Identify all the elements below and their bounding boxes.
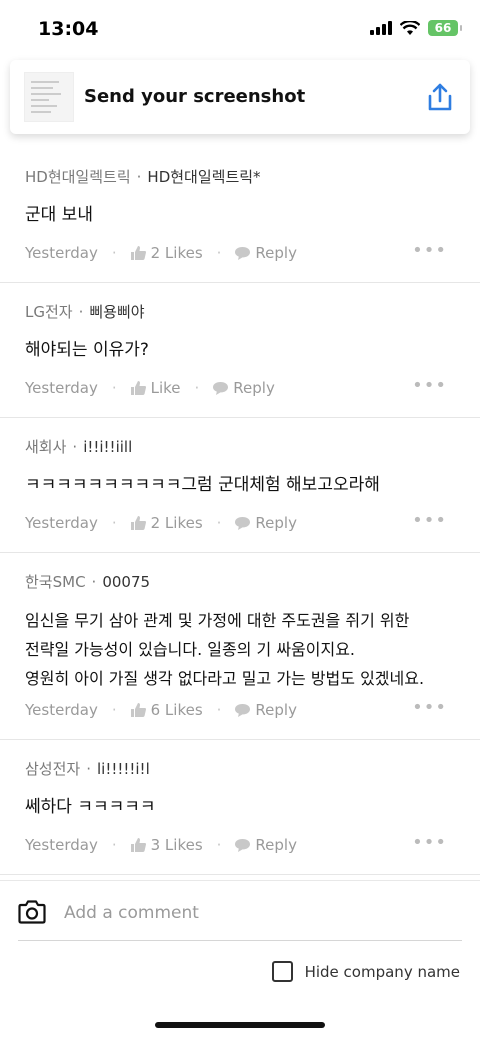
like-count: 3 Likes: [150, 836, 203, 854]
speech-bubble-icon: [213, 381, 229, 395]
hide-company-label: Hide company name: [304, 962, 460, 981]
speech-bubble-icon: [235, 516, 251, 530]
more-icon[interactable]: •••: [412, 242, 447, 260]
wifi-icon: [400, 20, 420, 35]
hide-company-toggle[interactable]: Hide company name: [271, 961, 460, 982]
thumbs-up-icon: [130, 703, 146, 717]
reply-label: Reply: [255, 514, 297, 532]
camera-icon[interactable]: [18, 899, 46, 925]
more-icon[interactable]: •••: [412, 512, 447, 530]
like-count: 2 Likes: [150, 244, 203, 262]
comment-actions: Yesterday · 6 Likes · Reply •••: [25, 697, 447, 720]
reply-button[interactable]: Reply: [235, 836, 297, 854]
comment-meta: LG전자 · 삐용삐야: [25, 301, 145, 322]
speech-bubble-icon: [235, 246, 251, 260]
reply-label: Reply: [233, 379, 275, 397]
comment-actions: Yesterday · Like · Reply •••: [25, 375, 447, 398]
comment-meta: 한국SMC · 00075: [25, 572, 151, 592]
like-count: Like: [150, 379, 181, 397]
thumbs-up-icon: [130, 246, 146, 260]
nickname[interactable]: 00075: [102, 573, 150, 591]
comment-text: 쎄하다 ㅋㅋㅋㅋㅋ: [25, 797, 156, 817]
comment-input-bar: Hide company name: [0, 880, 480, 1041]
reply-label: Reply: [255, 244, 297, 262]
thumbs-up-icon: [130, 381, 146, 395]
like-button[interactable]: 6 Likes: [130, 701, 203, 719]
company-name: 삼성전자: [25, 760, 81, 778]
comment-text: 해야되는 이유가?: [25, 340, 149, 360]
signal-icon: [370, 21, 392, 35]
comment-text: ㅋㅋㅋㅋㅋㅋㅋㅋㅋㅋ그럼 군대체험 해보고오라해: [25, 475, 380, 495]
speech-bubble-icon: [235, 838, 251, 852]
thumbs-up-icon: [130, 516, 146, 530]
comment-time: Yesterday: [25, 836, 98, 854]
reply-label: Reply: [255, 701, 297, 719]
screenshot-header: Send your screenshot: [10, 60, 470, 134]
reply-label: Reply: [255, 836, 297, 854]
thumbs-up-icon: [130, 838, 146, 852]
comment-item: LG전자 · 삐용삐야 해야되는 이유가? Yesterday · Like · Re…: [0, 283, 480, 418]
company-name: 한국SMC: [25, 573, 86, 591]
input-divider: [18, 940, 462, 941]
comment-item: 삼성전자 · li!!!!!i!l 쎄하다 ㅋㅋㅋㅋㅋ Yesterday · 3 L…: [0, 740, 480, 875]
comment-text: 군대 보내: [25, 205, 93, 225]
speech-bubble-icon: [235, 703, 251, 717]
comment-input[interactable]: [62, 897, 456, 929]
more-icon[interactable]: •••: [412, 377, 447, 395]
status-bar: 13:04 66: [0, 0, 480, 58]
comment-item: HD현대일렉트릭 · HD현대일렉트릭* 군대 보내 Yesterday · 2 Li…: [0, 148, 480, 283]
comment-time: Yesterday: [25, 379, 98, 397]
comment-list: HD현대일렉트릭 · HD현대일렉트릭* 군대 보내 Yesterday · 2 Li…: [0, 148, 480, 875]
nickname[interactable]: HD현대일렉트릭*: [147, 166, 260, 187]
header-title: Send your screenshot: [84, 86, 306, 107]
comment-item: 한국SMC · 00075 임신을 무기 삼아 관계 및 가정에 대한 주도권을 쥐…: [0, 553, 480, 740]
home-indicator[interactable]: [155, 1022, 325, 1028]
reply-button[interactable]: Reply: [235, 244, 297, 262]
like-button[interactable]: 2 Likes: [130, 244, 203, 262]
like-button[interactable]: 3 Likes: [130, 836, 203, 854]
company-name: LG전자: [25, 303, 73, 321]
like-count: 6 Likes: [150, 701, 203, 719]
battery-icon: 66: [428, 20, 462, 36]
company-name: 새회사: [25, 438, 67, 456]
nickname[interactable]: i!!i!!iill: [83, 438, 132, 456]
nickname[interactable]: 삐용삐야: [89, 301, 144, 322]
reply-button[interactable]: Reply: [235, 701, 297, 719]
hide-company-checkbox[interactable]: [271, 961, 293, 982]
comment-meta: 새회사 · i!!i!!iill: [25, 437, 133, 457]
nickname[interactable]: li!!!!!i!l: [97, 760, 150, 778]
comment-meta: HD현대일렉트릭 · HD현대일렉트릭*: [25, 166, 261, 187]
comment-actions: Yesterday · 2 Likes · Reply •••: [25, 510, 447, 533]
comment-time: Yesterday: [25, 701, 98, 719]
like-count: 2 Likes: [150, 514, 203, 532]
comment-time: Yesterday: [25, 514, 98, 532]
share-icon[interactable]: [426, 82, 454, 112]
reply-button[interactable]: Reply: [213, 379, 275, 397]
more-icon[interactable]: •••: [412, 699, 447, 717]
comment-item: 새회사 · i!!i!!iill ㅋㅋㅋㅋㅋㅋㅋㅋㅋㅋ그럼 군대체험 해보고오라해 …: [0, 418, 480, 553]
comment-time: Yesterday: [25, 244, 98, 262]
comment-text: 임신을 무기 삼아 관계 및 가정에 대한 주도권을 쥐기 위한 전략일 가능성…: [25, 611, 425, 688]
screenshot-thumbnail[interactable]: [24, 72, 74, 122]
comment-meta: 삼성전자 · li!!!!!i!l: [25, 759, 150, 779]
comment-actions: Yesterday · 3 Likes · Reply •••: [25, 832, 447, 855]
comment-actions: Yesterday · 2 Likes · Reply •••: [25, 240, 447, 263]
more-icon[interactable]: •••: [412, 834, 447, 852]
reply-button[interactable]: Reply: [235, 514, 297, 532]
status-time: 13:04: [38, 18, 99, 40]
company-name: HD현대일렉트릭: [25, 168, 131, 186]
status-icons: 66: [370, 20, 462, 36]
like-button[interactable]: 2 Likes: [130, 514, 203, 532]
like-button[interactable]: Like: [130, 379, 181, 397]
